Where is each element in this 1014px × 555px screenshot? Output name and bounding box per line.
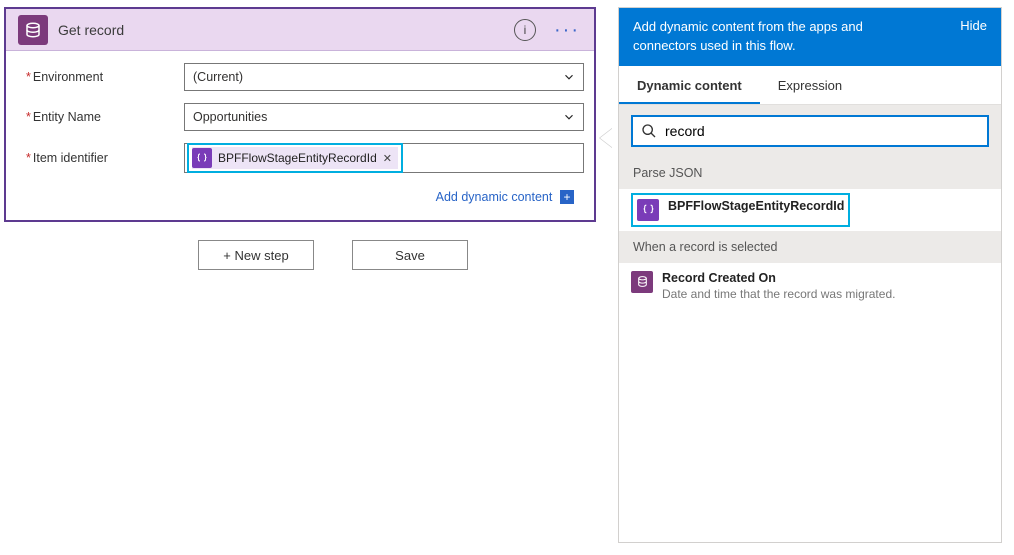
dynamic-token[interactable]: BPFFlowStageEntityRecordId ✕ xyxy=(192,147,398,169)
card-body: Environment (Current) Entity Name Opport… xyxy=(6,51,594,220)
database-icon xyxy=(631,271,653,293)
entity-select[interactable]: Opportunities xyxy=(184,103,584,131)
hide-link[interactable]: Hide xyxy=(960,18,987,33)
result-subtitle: Date and time that the record was migrat… xyxy=(662,287,895,301)
chevron-down-icon xyxy=(562,70,576,87)
result-title: Record Created On xyxy=(662,271,895,285)
info-icon[interactable]: i xyxy=(514,19,536,41)
environment-value: (Current) xyxy=(193,70,243,84)
code-braces-icon xyxy=(192,148,212,168)
token-remove-icon[interactable]: ✕ xyxy=(383,152,392,165)
row-identifier: Item identifier BPFFlowStageEntityRecord… xyxy=(26,143,584,173)
action-buttons: + New step Save xyxy=(198,240,468,270)
search-input[interactable] xyxy=(665,123,979,139)
dynamic-content-panel: Add dynamic content from the apps and co… xyxy=(618,7,1002,543)
database-icon xyxy=(18,15,48,45)
group-header-parse-json: Parse JSON xyxy=(619,157,1001,189)
result-item-bpf[interactable]: BPFFlowStageEntityRecordId xyxy=(631,193,850,227)
group-header-when-record: When a record is selected xyxy=(619,231,1001,263)
card-title: Get record xyxy=(58,22,514,38)
add-dynamic-content-link[interactable]: Add dynamic content xyxy=(436,190,553,204)
result-title: BPFFlowStageEntityRecordId xyxy=(668,199,844,213)
plus-icon[interactable]: + xyxy=(560,190,574,204)
search-wrap xyxy=(619,105,1001,157)
token-highlight: BPFFlowStageEntityRecordId ✕ xyxy=(187,143,403,173)
chevron-down-icon xyxy=(562,110,576,127)
new-step-button[interactable]: + New step xyxy=(198,240,314,270)
save-button[interactable]: Save xyxy=(352,240,468,270)
callout-pointer xyxy=(600,128,613,148)
tab-expression[interactable]: Expression xyxy=(760,66,860,104)
search-icon xyxy=(641,123,657,139)
search-box[interactable] xyxy=(631,115,989,147)
panel-header: Add dynamic content from the apps and co… xyxy=(619,8,1001,66)
tab-dynamic-content[interactable]: Dynamic content xyxy=(619,66,760,104)
row-environment: Environment (Current) xyxy=(26,63,584,91)
result-item-record-created[interactable]: Record Created On Date and time that the… xyxy=(619,263,1001,309)
card-header[interactable]: Get record i ··· xyxy=(6,9,594,51)
dynamic-content-link-row: Add dynamic content + xyxy=(26,185,584,216)
label-entity: Entity Name xyxy=(26,110,184,124)
panel-tabs: Dynamic content Expression xyxy=(619,66,1001,105)
label-environment: Environment xyxy=(26,70,184,84)
panel-header-desc: Add dynamic content from the apps and co… xyxy=(633,18,913,56)
identifier-input[interactable]: BPFFlowStageEntityRecordId ✕ xyxy=(184,143,584,173)
row-entity: Entity Name Opportunities xyxy=(26,103,584,131)
token-text: BPFFlowStageEntityRecordId xyxy=(218,151,377,165)
action-card-get-record: Get record i ··· Environment (Current) E… xyxy=(4,7,596,222)
entity-value: Opportunities xyxy=(193,110,267,124)
code-braces-icon xyxy=(637,199,659,221)
more-menu-icon[interactable]: ··· xyxy=(554,20,580,40)
label-identifier: Item identifier xyxy=(26,151,184,165)
environment-select[interactable]: (Current) xyxy=(184,63,584,91)
